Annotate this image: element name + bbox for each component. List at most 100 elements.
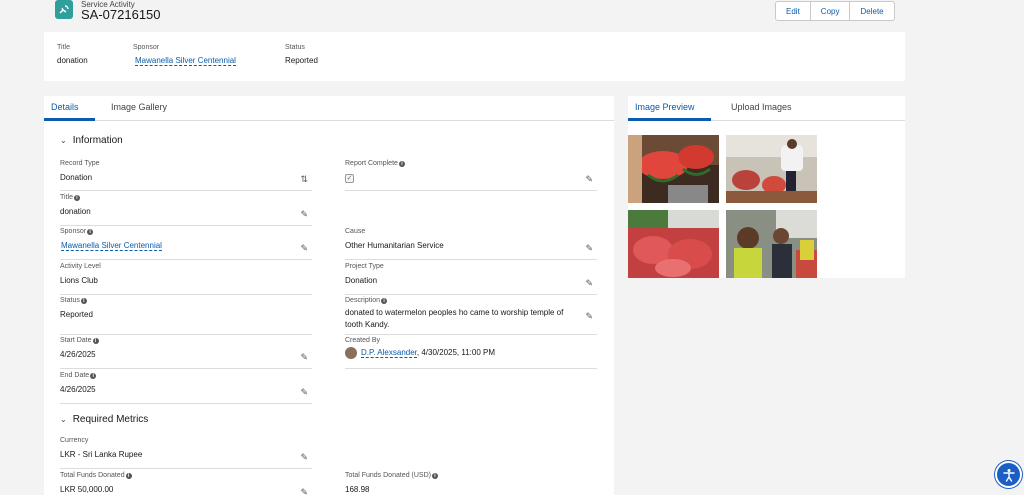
field-sponsor-link[interactable]: Mawanella Silver Centennial bbox=[61, 241, 162, 251]
tab-upload-images[interactable]: Upload Images bbox=[731, 102, 792, 112]
pencil-icon[interactable]: ✎ bbox=[300, 352, 308, 363]
field-total-funds-label: Total Funds Donated bbox=[60, 472, 125, 479]
field-description: Description i donated to watermelon peopl… bbox=[345, 297, 597, 335]
field-total-funds-value: LKR 50,000.00 bbox=[60, 485, 114, 494]
pencil-icon[interactable]: ✎ bbox=[300, 387, 308, 398]
active-tab-indicator bbox=[628, 118, 711, 121]
field-total-funds: Total Funds Donated i LKR 50,000.00 ✎ bbox=[60, 472, 312, 495]
info-icon: i bbox=[381, 297, 388, 304]
swap-icon[interactable]: ⇅ bbox=[300, 174, 308, 185]
delete-button[interactable]: Delete bbox=[850, 2, 893, 20]
record-actions: Edit Copy Delete bbox=[775, 1, 895, 21]
highlights-panel: Title donation Sponsor Mawanella Silver … bbox=[44, 32, 905, 81]
record-name: SA-07216150 bbox=[81, 7, 161, 22]
field-end-date-label: End Date bbox=[60, 372, 90, 379]
field-created-by: Created By D.P. Alexsander, 4/30/2025, 1… bbox=[345, 337, 597, 369]
field-report-complete-value-wrap: ✓ bbox=[345, 172, 597, 184]
pencil-icon[interactable]: ✎ bbox=[585, 278, 593, 289]
image-tabs: Image Preview Upload Images bbox=[628, 96, 905, 121]
field-currency-label: Currency bbox=[60, 437, 89, 444]
highlight-title-value: donation bbox=[57, 56, 88, 65]
highlight-sponsor-link[interactable]: Mawanella Silver Centennial bbox=[135, 56, 236, 66]
highlight-title-label: Title bbox=[57, 44, 70, 51]
pencil-icon[interactable]: ✎ bbox=[585, 311, 593, 322]
field-sponsor: Sponsor i Mawanella Silver Centennial ✎ bbox=[60, 228, 312, 260]
field-project-type: Project Type Donation ✎ bbox=[345, 263, 597, 295]
info-icon: i bbox=[431, 472, 438, 479]
field-end-date-value: 4/26/2025 bbox=[60, 385, 96, 394]
highlight-status-value: Reported bbox=[285, 56, 318, 65]
pencil-icon[interactable]: ✎ bbox=[300, 209, 308, 220]
field-cause: Cause Other Humanitarian Service ✎ bbox=[345, 228, 597, 260]
avatar bbox=[345, 347, 357, 359]
pencil-icon[interactable]: ✎ bbox=[300, 452, 308, 463]
field-report-complete-label: Report Complete bbox=[345, 160, 398, 167]
field-activity-level-label: Activity Level bbox=[60, 263, 101, 270]
field-description-label: Description bbox=[345, 297, 381, 304]
field-total-funds-usd: Total Funds Donated (USD) i 168.98 bbox=[345, 472, 597, 495]
pencil-icon[interactable]: ✎ bbox=[585, 243, 593, 254]
details-panel: Details Image Gallery ⌄ Information Reco… bbox=[44, 96, 614, 495]
highlight-title: Title donation bbox=[57, 44, 88, 65]
info-icon: i bbox=[90, 372, 97, 379]
field-currency: Currency LKR - Sri Lanka Rupee ✎ bbox=[60, 437, 312, 469]
field-end-date-label-row: End Date i bbox=[60, 372, 312, 379]
section-information[interactable]: ⌄ Information bbox=[60, 135, 123, 146]
highlight-sponsor-wrap: Mawanella Silver Centennial bbox=[133, 56, 236, 66]
field-activity-level: Activity Level Lions Club bbox=[60, 263, 312, 295]
chevron-down-icon: ⌄ bbox=[60, 415, 67, 424]
info-icon: i bbox=[87, 228, 94, 235]
image-thumbnail[interactable] bbox=[628, 135, 719, 203]
info-icon: i bbox=[125, 472, 132, 479]
field-total-funds-usd-value: 168.98 bbox=[345, 485, 370, 494]
field-start-date-value: 4/26/2025 bbox=[60, 350, 96, 359]
field-record-type-value: Donation bbox=[60, 173, 93, 182]
image-thumbnail[interactable] bbox=[726, 135, 817, 203]
field-title-label: Title bbox=[60, 194, 73, 201]
field-project-type-value: Donation bbox=[345, 276, 378, 285]
highlight-status: Status Reported bbox=[285, 44, 318, 65]
highlight-sponsor-label: Sponsor bbox=[133, 44, 160, 51]
created-by-user-link[interactable]: D.P. Alexsander bbox=[361, 348, 417, 359]
image-thumbnail[interactable] bbox=[726, 210, 817, 278]
field-start-date-label: Start Date bbox=[60, 337, 92, 344]
image-thumbnail[interactable] bbox=[628, 210, 719, 278]
field-start-date-label-row: Start Date i bbox=[60, 337, 312, 344]
section-metrics-label: Required Metrics bbox=[72, 414, 149, 425]
section-information-label: Information bbox=[72, 135, 123, 146]
field-description-value: donated to watermelon peoples ho came to… bbox=[345, 308, 564, 329]
field-record-type: Record Type Donation ⇅ bbox=[60, 160, 312, 191]
active-tab-indicator bbox=[44, 118, 95, 121]
field-activity-level-value: Lions Club bbox=[60, 276, 98, 285]
field-title: Title i donation ✎ bbox=[60, 194, 312, 226]
field-title-value: donation bbox=[60, 207, 91, 216]
field-status: Status i Reported bbox=[60, 297, 312, 335]
field-record-type-label: Record Type bbox=[60, 160, 100, 167]
pencil-icon[interactable]: ✎ bbox=[300, 243, 308, 254]
copy-button[interactable]: Copy bbox=[811, 2, 851, 20]
tab-image-preview[interactable]: Image Preview bbox=[635, 102, 695, 112]
field-total-funds-usd-label-row: Total Funds Donated (USD) i bbox=[345, 472, 597, 479]
field-currency-value: LKR - Sri Lanka Rupee bbox=[60, 450, 143, 459]
image-panel: Image Preview Upload Images bbox=[628, 96, 905, 278]
highlight-sponsor: Sponsor Mawanella Silver Centennial bbox=[133, 44, 236, 66]
section-required-metrics[interactable]: ⌄ Required Metrics bbox=[60, 414, 148, 425]
field-sponsor-label: Sponsor bbox=[60, 228, 87, 235]
tab-details[interactable]: Details bbox=[51, 102, 79, 112]
edit-button[interactable]: Edit bbox=[776, 2, 811, 20]
field-created-by-label: Created By bbox=[345, 337, 381, 344]
accessibility-icon[interactable] bbox=[995, 461, 1022, 488]
created-by-timestamp: , 4/30/2025, 11:00 PM bbox=[416, 348, 496, 358]
field-status-value: Reported bbox=[60, 310, 93, 319]
field-report-complete-label-row: Report Complete i bbox=[345, 160, 597, 167]
info-icon: i bbox=[398, 160, 405, 167]
field-title-label-row: Title i bbox=[60, 194, 312, 201]
pencil-icon[interactable]: ✎ bbox=[585, 174, 593, 185]
report-complete-checkbox: ✓ bbox=[345, 174, 354, 183]
highlight-status-label: Status bbox=[285, 44, 305, 51]
pencil-icon[interactable]: ✎ bbox=[300, 487, 308, 495]
field-cause-label: Cause bbox=[345, 228, 366, 235]
field-sponsor-label-row: Sponsor i bbox=[60, 228, 312, 235]
field-total-funds-label-row: Total Funds Donated i bbox=[60, 472, 312, 479]
tab-image-gallery[interactable]: Image Gallery bbox=[111, 102, 167, 112]
